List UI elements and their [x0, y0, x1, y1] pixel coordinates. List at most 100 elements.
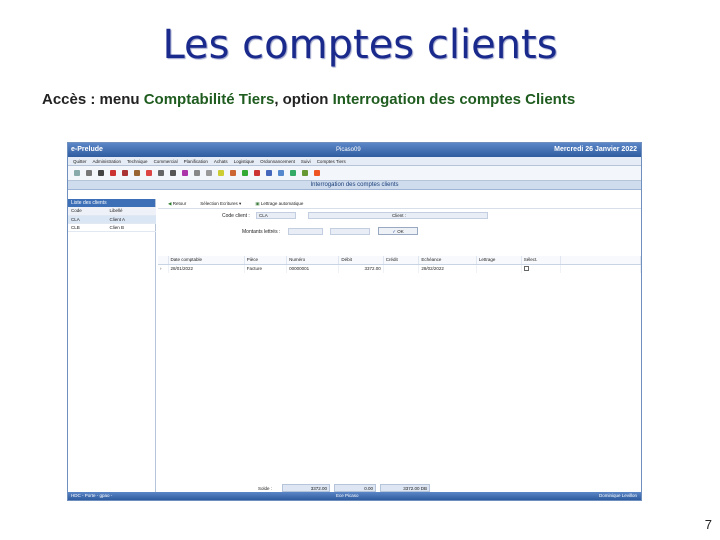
status-left: HDC - Porte - gpao -: [71, 493, 113, 498]
column-header-debit[interactable]: Débit: [338, 256, 384, 265]
menu-item-technique[interactable]: Technique: [127, 159, 148, 164]
menu-item-suivi[interactable]: Suivi: [301, 159, 311, 164]
menu-item-planification[interactable]: Planification: [184, 159, 208, 164]
client-code: CLB: [68, 223, 107, 232]
lettrage-icon: ▣: [255, 200, 260, 206]
gear-icon[interactable]: [194, 170, 200, 176]
menu-item-quitter[interactable]: Quitter: [73, 159, 87, 164]
menu-item-achats[interactable]: Achats: [214, 159, 228, 164]
globe-icon[interactable]: [290, 170, 296, 176]
calendar-icon[interactable]: [146, 170, 152, 176]
cell-piece: Facture: [244, 264, 288, 273]
column-header-code[interactable]: Code: [68, 207, 107, 216]
cell-lettrage: [476, 264, 522, 273]
module-title: Interrogation des comptes clients: [68, 181, 641, 190]
list-item[interactable]: CLA Client A: [68, 215, 156, 224]
solde-label: Solde :: [258, 485, 273, 491]
column-header-piece[interactable]: Pièce: [244, 256, 288, 265]
subtitle-prefix: Accès : menu: [42, 91, 144, 108]
delete-icon[interactable]: [110, 170, 116, 176]
validate-button[interactable]: ✓ OK: [378, 227, 418, 235]
status-center: Ece Picaso: [336, 493, 359, 498]
lettrage-button[interactable]: ▣ Lettrage automatique: [255, 201, 303, 207]
column-header-numero[interactable]: Numéro: [286, 256, 340, 265]
refresh-icon[interactable]: [254, 170, 260, 176]
column-header-date[interactable]: Date comptable: [168, 256, 245, 265]
selection-label: Sélection Ecritures: [200, 200, 238, 206]
menu-item-ordonnancement[interactable]: Ordonnancement: [260, 159, 295, 164]
settings-icon[interactable]: [206, 170, 212, 176]
folder-icon[interactable]: [242, 170, 248, 176]
chart-icon[interactable]: [182, 170, 188, 176]
mail-icon[interactable]: [218, 170, 224, 176]
grid-icon[interactable]: [170, 170, 176, 176]
search-icon[interactable]: [302, 170, 308, 176]
menu-item-administration[interactable]: Administration: [93, 159, 122, 164]
menubar: Quitter Administration Technique Commerc…: [68, 157, 641, 166]
client-label: Client A: [106, 215, 156, 224]
lettrage-label: Lettrage automatique: [260, 200, 304, 206]
slide-title: Les comptes clients: [162, 22, 558, 68]
content-area: Liste des clients Code Libellé CLA Clien…: [68, 199, 641, 494]
arrow-left-icon: ◀: [168, 200, 172, 206]
subtitle-mid: , option: [274, 91, 333, 108]
back-button-label: Retour: [172, 200, 187, 206]
chevron-down-icon: ▾: [239, 200, 242, 206]
entries-grid: Date comptable Pièce Numéro Débit Crédit…: [158, 256, 641, 273]
client-detail-pane: ◀ Retour Sélection Ecritures ▾ ▣ Lettrag…: [158, 199, 641, 494]
cell-selection: [521, 264, 562, 273]
column-header-libelle[interactable]: Libellé: [106, 207, 156, 216]
users-icon[interactable]: [134, 170, 140, 176]
app-window: e-Prelude Picaso09 Mercredi 26 Janvier 2…: [67, 142, 642, 501]
current-date: Mercredi 26 Janvier 2022: [554, 146, 637, 153]
book-icon[interactable]: [122, 170, 128, 176]
cell-debit: 3372.00: [338, 264, 384, 273]
menu-item-logistique[interactable]: Logistique: [234, 159, 255, 164]
client-list-header: Code Libellé: [68, 207, 156, 216]
selection-checkbox[interactable]: [523, 265, 529, 271]
client-label: Clien B: [106, 223, 156, 232]
status-bar: HDC - Porte - gpao - Ece Picaso Dominiqu…: [68, 492, 641, 500]
grid-header-spacer: [158, 256, 169, 265]
column-header-credit[interactable]: Crédit: [383, 256, 420, 265]
total-solde: 3372.00 DB: [380, 484, 430, 492]
client-list-title: Liste des clients: [68, 199, 155, 207]
code-client-field[interactable]: CLA: [256, 212, 296, 219]
menu-item-comptes-tiers[interactable]: Comptes Tiers: [317, 159, 346, 164]
edit-icon[interactable]: [230, 170, 236, 176]
row-indicator: ›: [158, 264, 169, 273]
validate-label: OK: [397, 229, 404, 234]
total-debit: 3372.00: [282, 484, 330, 492]
app-name: e-Prelude: [71, 146, 103, 153]
montant-field-2[interactable]: [330, 228, 370, 235]
save-icon[interactable]: [98, 170, 104, 176]
cell-date: 28/01/2022: [168, 264, 245, 273]
new-icon[interactable]: [74, 170, 80, 176]
back-button[interactable]: ◀ Retour: [168, 201, 186, 207]
total-credit: 0.00: [334, 484, 376, 492]
list-item[interactable]: CLB Clien B: [68, 223, 156, 232]
montant-field-1[interactable]: [288, 228, 323, 235]
company-name: Picaso09: [336, 147, 361, 153]
list-icon[interactable]: [158, 170, 164, 176]
table-row[interactable]: › 28/01/2022 Facture 00000001 3372.00 28…: [158, 264, 641, 273]
slide-subtitle: Accès : menu Comptabilité Tiers, option …: [42, 91, 575, 108]
column-header-selection[interactable]: Sélect.: [521, 256, 562, 265]
selection-dropdown[interactable]: Sélection Ecritures ▾: [200, 201, 241, 207]
montants-lettres-label: Montants lettrés :: [242, 229, 281, 235]
column-header-lettrage[interactable]: Lettrage: [476, 256, 522, 265]
exit-icon[interactable]: [314, 170, 320, 176]
menu-item-commercial[interactable]: Commercial: [154, 159, 178, 164]
check-icon: ✓: [392, 229, 396, 234]
cell-credit: [383, 264, 420, 273]
print-icon[interactable]: [86, 170, 92, 176]
client-list-table: Code Libellé CLA Client A CLB Clien B: [68, 207, 156, 232]
info-icon[interactable]: [278, 170, 284, 176]
cell-echeance: 28/02/2022: [418, 264, 477, 273]
cell-filler: [560, 264, 641, 273]
status-right: Dominique Levillon: [598, 493, 637, 498]
column-header-echeance[interactable]: Echéance: [418, 256, 477, 265]
client-name-field[interactable]: Client :: [308, 212, 488, 219]
help-icon[interactable]: [266, 170, 272, 176]
client-label-text: Client :: [391, 213, 406, 218]
